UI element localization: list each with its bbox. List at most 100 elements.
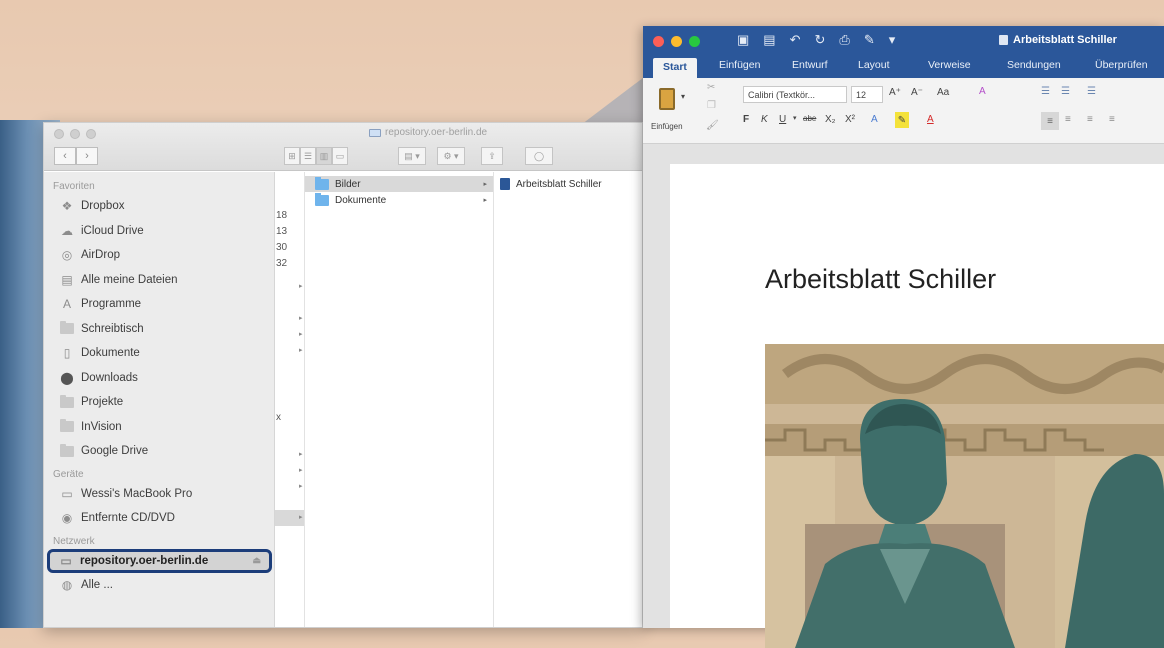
customize-dropdown-icon[interactable]: ▾ [889,32,896,48]
undo-icon[interactable]: ↶ [790,32,801,48]
share-group: ⇪ [481,147,503,165]
change-case-icon[interactable]: Aa [937,87,949,98]
italic-button[interactable]: K [761,114,768,125]
sidebar-item-schreibtisch[interactable]: Schreibtisch [44,317,274,342]
save-icon[interactable]: ▤ [763,32,775,48]
subscript-button[interactable]: X₂ [825,114,836,125]
word-titlebar: ▣ ▤ ↶ ↻ ⎙ ✎ ▾ Arbeitsblatt Schiller [643,26,1164,56]
sidebar-item-icloud-drive[interactable]: ☁ iCloud Drive [44,219,274,244]
back-button[interactable]: ‹ [54,147,76,165]
font-color-icon[interactable]: A [927,114,934,125]
highlight-color-icon[interactable]: ✎ [895,112,909,128]
tab-ueberpruefen[interactable]: Überprüfen [1095,59,1148,71]
chevron-right-icon: ▸ [299,347,303,354]
grow-font-icon[interactable]: A⁺ [889,87,901,98]
paste-dropdown-icon[interactable]: ▾ [681,92,685,101]
bold-button[interactable]: F [743,114,749,125]
superscript-button[interactable]: X² [845,114,855,125]
document-page[interactable]: Arbeitsblatt Schiller [670,164,1164,648]
server-icon: ▭ [60,553,72,568]
downloads-icon: ⬤ [60,370,74,385]
tab-entwurf[interactable]: Entwurf [792,59,828,71]
sidebar-item-projekte[interactable]: Projekte [44,390,274,415]
sidebar-item-macbook[interactable]: ▭ Wessi's MacBook Pro [44,482,274,507]
folder-row-bilder[interactable]: Bilder ▸ [305,176,493,192]
folder-icon [315,176,329,190]
tab-layout[interactable]: Layout [858,59,890,71]
redo-icon[interactable]: ↻ [815,32,826,48]
finder-window-controls[interactable] [54,129,96,139]
sidebar-item-google-drive[interactable]: Google Drive [44,439,274,464]
zoom-button[interactable] [86,129,96,139]
sidebar-item-airdrop[interactable]: ◎ AirDrop [44,243,274,268]
selected-row-highlight: ▸ [275,510,304,526]
underline-dropdown-icon[interactable]: ▾ [793,114,797,122]
multilevel-list-icon[interactable]: ☰ [1087,86,1096,97]
finder-title: repository.oer-berlin.de [369,127,487,138]
file-row-arbeitsblatt[interactable]: Arbeitsblatt Schiller [494,176,643,192]
server-icon [369,128,381,137]
cut-icon[interactable]: ✂ [707,82,715,93]
document-area: Arbeitsblatt Schiller [643,144,1164,648]
folder-row-dokumente[interactable]: Dokumente ▸ [305,192,493,208]
paste-button[interactable] [655,84,679,114]
align-right-button[interactable]: ≡ [1087,114,1093,125]
copy-icon[interactable]: ❐ [707,100,716,111]
share-button[interactable]: ⇪ [481,147,503,165]
minimize-button[interactable] [70,129,80,139]
sidebar-item-all-files[interactable]: ▤ Alle meine Dateien [44,268,274,293]
justify-button[interactable]: ≡ [1109,114,1115,125]
column-fragment: 13 [276,226,288,237]
minimize-button[interactable] [671,36,682,47]
airdrop-icon: ◎ [61,248,73,263]
icon-view-button[interactable]: ⊞ [284,147,300,165]
edit-icon[interactable]: ✎ [864,32,875,48]
folder-icon [59,394,75,409]
sidebar-item-all-network[interactable]: ◍ Alle ... [44,573,274,598]
text-effects-icon[interactable]: A [871,114,878,125]
align-left-button[interactable]: ≡ [1041,112,1059,130]
zoom-button[interactable] [689,36,700,47]
eject-icon[interactable]: ⏏ [252,555,261,566]
list-view-button[interactable]: ☰ [300,147,316,165]
shrink-font-icon[interactable]: A⁻ [911,87,923,98]
arrange-button[interactable]: ▤ ▾ [398,147,426,165]
column-view-button[interactable]: ▥ [316,147,332,165]
format-painter-icon[interactable]: 🖌 [706,120,719,131]
chevron-right-icon: ▸ [299,514,303,521]
clear-formatting-icon[interactable]: A [979,86,986,97]
sidebar-item-programme[interactable]: A Programme [44,292,274,317]
close-button[interactable] [653,36,664,47]
chevron-right-icon: ▸ [299,483,303,490]
sidebar-item-dokumente[interactable]: ▯ Dokumente [44,341,274,366]
forward-button[interactable]: › [76,147,98,165]
word-window-controls[interactable] [653,36,700,47]
sidebar-item-invision[interactable]: InVision [44,415,274,440]
font-size-select[interactable]: 12 [851,86,883,103]
close-button[interactable] [54,129,64,139]
sidebar-item-dropbox[interactable]: ❖ Dropbox [44,194,274,219]
gallery-view-button[interactable]: ▭ [332,147,348,165]
strikethrough-button[interactable]: abe [803,114,816,123]
font-name-select[interactable]: Calibri (Textkör... [743,86,847,103]
bullets-icon[interactable]: ☰ [1041,86,1050,97]
paste-label: Einfügen [651,122,683,131]
numbering-icon[interactable]: ☰ [1061,86,1070,97]
tags-button[interactable]: ◯ [525,147,553,165]
print-icon[interactable]: ⎙ [839,32,849,48]
sidebar-toggle-icon[interactable]: ▣ [737,32,749,48]
tab-verweise[interactable]: Verweise [928,59,971,71]
tab-einfuegen[interactable]: Einfügen [719,59,760,71]
chevron-right-icon: ▸ [483,181,487,188]
folder-icon [59,419,75,434]
sidebar-item-repository[interactable]: ▭ repository.oer-berlin.de ⏏ [47,548,272,573]
chevron-right-icon: ▸ [483,197,487,204]
align-center-button[interactable]: ≡ [1065,114,1071,125]
tab-start[interactable]: Start [653,58,697,78]
dropbox-icon: ❖ [61,199,73,214]
underline-button[interactable]: U [779,114,786,125]
sidebar-item-downloads[interactable]: ⬤ Downloads [44,366,274,391]
action-gear-button[interactable]: ⚙ ▾ [437,147,465,165]
tab-sendungen[interactable]: Sendungen [1007,59,1061,71]
sidebar-item-remote-disc[interactable]: ◉ Entfernte CD/DVD [44,506,274,531]
